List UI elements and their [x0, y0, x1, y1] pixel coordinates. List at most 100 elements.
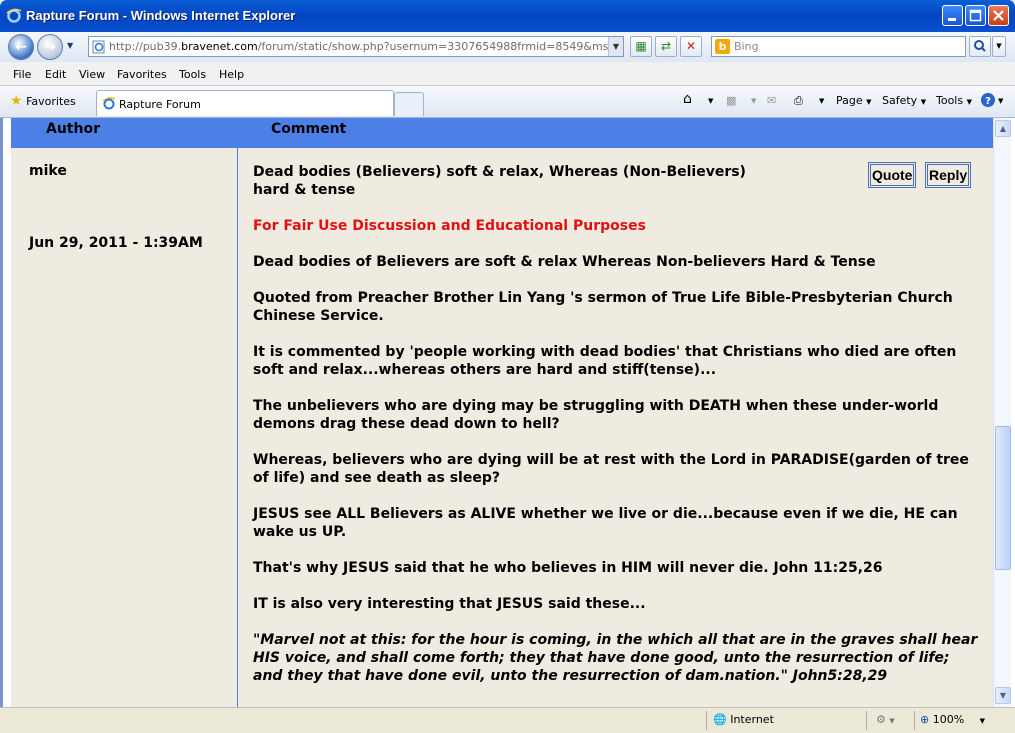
menu-tools[interactable]: Tools — [179, 68, 206, 81]
forum-post: Author Comment mike Jun 29, 2011 - 1:39A… — [11, 118, 993, 707]
back-button[interactable]: ← — [8, 34, 34, 60]
maximize-button[interactable] — [965, 5, 986, 26]
zoom-control[interactable]: ⊕ 100% ▼ — [920, 713, 985, 726]
safety-menu-label: Safety — [882, 94, 918, 107]
help-dropdown-icon[interactable]: ▼ — [998, 97, 1003, 105]
protected-mode-icon[interactable]: ⚙ ▼ — [876, 713, 895, 726]
favorites-bar: ★ Favorites Rapture Forum ⌂ ▼ ▩ ▼ ✉ ⎙ ▼ … — [0, 86, 1015, 118]
menu-help[interactable]: Help — [219, 68, 244, 81]
post-paragraph: Quoted from Preacher Brother Lin Yang 's… — [253, 290, 953, 324]
svg-text:?: ? — [985, 96, 991, 107]
status-divider — [866, 711, 867, 730]
menu-edit[interactable]: Edit — [45, 68, 66, 81]
chevron-down-icon: ▼ — [999, 691, 1007, 700]
bing-icon: b — [715, 39, 730, 54]
author-column-header: Author — [46, 121, 100, 137]
forum-table-header: Author Comment — [11, 118, 993, 148]
feeds-icon[interactable]: ▩ — [726, 94, 736, 107]
scroll-up-button[interactable]: ▲ — [995, 120, 1011, 137]
menu-file[interactable]: File — [13, 68, 31, 81]
print-icon[interactable]: ⎙ — [794, 94, 803, 108]
tab-rapture-forum[interactable]: Rapture Forum — [96, 90, 394, 116]
star-icon: ★ — [10, 93, 23, 109]
post-subject: Dead bodies (Believers) soft & relax, Wh… — [253, 164, 746, 198]
post-author: mike — [29, 163, 67, 179]
chevron-down-icon: ▼ — [920, 98, 927, 106]
security-zone[interactable]: 🌐 Internet — [713, 713, 774, 726]
close-button[interactable] — [988, 5, 1009, 26]
address-text: http://pub39.bravenet.com/forum/static/s… — [109, 40, 609, 53]
scripture-quote: "Marvel not at this: for the hour is com… — [253, 632, 978, 684]
tools-menu-label: Tools — [936, 94, 964, 107]
favorites-label: Favorites — [26, 95, 76, 108]
post-paragraph: Dead bodies of Believers are soft & rela… — [253, 254, 876, 270]
compatibility-view-button[interactable]: ▦ — [630, 36, 652, 57]
post-paragraph: IT is also very interesting that JESUS s… — [253, 596, 646, 612]
post-date: Jun 29, 2011 - 1:39AM — [29, 235, 203, 251]
menu-favorites[interactable]: Favorites — [117, 68, 167, 81]
mail-icon[interactable]: ✉ — [767, 94, 776, 107]
scroll-down-button[interactable]: ▼ — [995, 687, 1011, 704]
forward-arrow-icon: → — [44, 39, 56, 55]
vertical-scrollbar[interactable]: ▲ ▼ — [993, 118, 1011, 707]
address-input[interactable]: http://pub39.bravenet.com/forum/static/s… — [88, 36, 624, 57]
title-bar[interactable]: Rapture Forum - Windows Internet Explore… — [0, 0, 1015, 32]
chevron-down-icon: ▼ — [866, 98, 872, 106]
url-prefix: http://pub39. — [109, 40, 182, 53]
chevron-down-icon: ▼ — [966, 98, 972, 106]
print-dropdown-icon[interactable]: ▼ — [819, 97, 824, 105]
comment-column-header: Comment — [271, 121, 347, 137]
post-paragraph: Whereas, believers who are dying will be… — [253, 452, 969, 486]
back-arrow-icon: ← — [15, 39, 27, 55]
home-dropdown-icon[interactable]: ▼ — [708, 97, 713, 105]
post-paragraph: JESUS see ALL Believers as ALIVE whether… — [253, 506, 958, 540]
ie-page-icon — [102, 96, 116, 110]
status-bar: 🌐 Internet ⚙ ▼ ⊕ 100% ▼ — [0, 707, 1015, 733]
refresh-button[interactable]: ⇄ — [655, 36, 677, 57]
post-body: Dead bodies (Believers) soft & relax, Wh… — [253, 163, 983, 703]
zoom-level: 100% — [932, 713, 965, 726]
help-icon: ? — [981, 93, 995, 107]
refresh-icon: ⇄ — [660, 39, 672, 53]
menu-view[interactable]: View — [79, 68, 105, 81]
safety-menu[interactable]: Safety ▼ — [882, 94, 926, 107]
page-menu[interactable]: Page ▼ — [836, 94, 872, 107]
column-divider — [237, 118, 238, 707]
url-path: /forum/static/show.php?usernum=330765498… — [257, 40, 609, 53]
page-viewport: Author Comment mike Jun 29, 2011 - 1:39A… — [0, 118, 1015, 707]
new-tab-button[interactable] — [394, 92, 424, 116]
page-menu-label: Page — [836, 94, 863, 107]
feeds-dropdown-icon[interactable]: ▼ — [751, 97, 756, 105]
help-button[interactable]: ? — [980, 92, 996, 108]
zoom-icon: ⊕ — [920, 713, 930, 726]
search-options-button[interactable]: ▼ — [992, 36, 1006, 57]
globe-icon: 🌐 — [713, 713, 727, 726]
search-button[interactable] — [969, 36, 991, 57]
recent-pages-dropdown-icon[interactable]: ▼ — [67, 41, 73, 50]
home-icon[interactable]: ⌂ — [683, 91, 692, 107]
page-icon — [92, 40, 106, 54]
address-dropdown-icon[interactable]: ▼ — [608, 37, 623, 56]
url-host: bravenet.com — [181, 40, 258, 53]
menu-bar: File Edit View Favorites Tools Help — [0, 62, 1015, 86]
tools-menu[interactable]: Tools ▼ — [936, 94, 972, 107]
tab-title: Rapture Forum — [119, 98, 201, 111]
favorites-button[interactable]: ★ Favorites — [10, 93, 76, 109]
post-paragraph: That's why JESUS said that he who believ… — [253, 560, 883, 576]
status-divider — [914, 711, 915, 730]
scroll-thumb[interactable] — [995, 426, 1011, 570]
stop-button[interactable]: ✕ — [680, 36, 702, 57]
ie-logo-icon — [6, 7, 22, 23]
forward-button[interactable]: → — [37, 34, 63, 60]
compatibility-icon: ▦ — [635, 39, 647, 53]
minimize-icon — [948, 18, 956, 21]
chevron-down-icon: ▼ — [979, 717, 986, 725]
chevron-up-icon: ▲ — [999, 124, 1007, 133]
window-title: Rapture Forum - Windows Internet Explore… — [26, 8, 296, 23]
chevron-down-icon: ▼ — [996, 42, 1002, 50]
zone-label: Internet — [730, 713, 774, 726]
search-placeholder: Bing — [734, 40, 759, 53]
search-input[interactable]: b Bing — [711, 36, 966, 57]
address-toolbar: ← → ▼ http://pub39.bravenet.com/forum/st… — [0, 32, 1015, 62]
minimize-button[interactable] — [942, 5, 963, 26]
